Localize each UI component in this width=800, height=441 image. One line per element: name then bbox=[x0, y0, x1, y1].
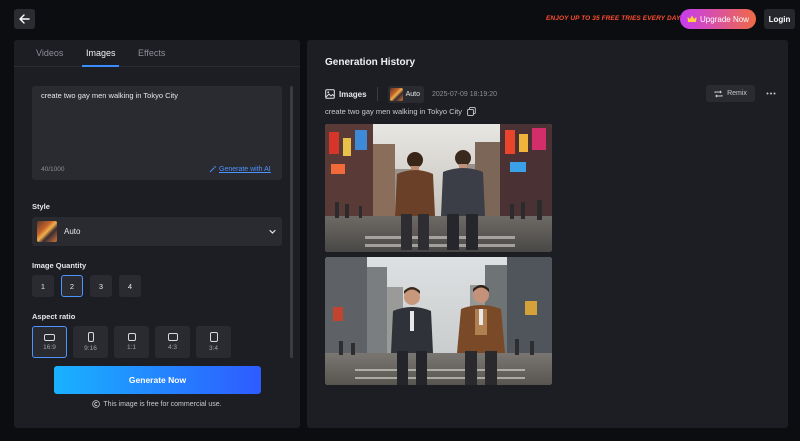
aspect-ratio-options: 16:9 9:16 1:1 4:3 3:4 bbox=[32, 326, 231, 358]
quantity-option-3[interactable]: 3 bbox=[90, 275, 112, 297]
ratio-option-16-9[interactable]: 16:9 bbox=[32, 326, 67, 358]
tab-videos[interactable]: Videos bbox=[36, 48, 63, 58]
quantity-option-2[interactable]: 2 bbox=[61, 275, 83, 297]
more-options-button[interactable] bbox=[765, 85, 777, 102]
remix-button[interactable]: Remix bbox=[706, 85, 755, 102]
generation-settings-panel: Videos Images Effects create two gay men… bbox=[14, 40, 300, 428]
ratio-option-1-1[interactable]: 1:1 bbox=[114, 326, 149, 358]
copy-icon[interactable] bbox=[467, 107, 476, 116]
quantity-option-1[interactable]: 1 bbox=[32, 275, 54, 297]
meta-divider bbox=[376, 87, 378, 101]
portrait-ratio-icon bbox=[87, 332, 94, 342]
image-quantity-label: Image Quantity bbox=[32, 261, 87, 270]
ratio-label: 1:1 bbox=[126, 344, 137, 351]
upgrade-button[interactable]: Upgrade Now bbox=[680, 9, 756, 29]
history-style-label: Auto bbox=[405, 90, 420, 98]
commercial-use-note: This image is free for commercial use. bbox=[14, 400, 300, 408]
history-type: Images bbox=[325, 89, 367, 99]
remix-label: Remix bbox=[727, 90, 747, 97]
generated-image-2[interactable] bbox=[325, 257, 552, 385]
history-type-label: Images bbox=[339, 89, 367, 99]
ratio-option-4-3[interactable]: 4:3 bbox=[155, 326, 190, 358]
history-prompt-text: create two gay men walking in Tokyo City bbox=[325, 107, 463, 116]
image-icon bbox=[325, 89, 335, 99]
quantity-options: 1 2 3 4 bbox=[32, 275, 141, 297]
copyright-icon bbox=[92, 400, 101, 408]
mode-tabs: Videos Images Effects bbox=[14, 40, 300, 67]
ratio-label: 16:9 bbox=[43, 343, 56, 351]
style-thumbnail bbox=[37, 221, 57, 242]
active-tab-indicator bbox=[82, 65, 119, 67]
history-prompt: create two gay men walking in Tokyo City bbox=[325, 107, 476, 116]
commercial-use-text: This image is free for commercial use. bbox=[103, 400, 222, 408]
prompt-value: create two gay men walking in Tokyo City bbox=[41, 91, 179, 100]
promo-text: ENJOY UP TO 35 FREE TRIES EVERY DAY! bbox=[546, 15, 683, 22]
ratio-label: 3:4 bbox=[208, 345, 219, 352]
generated-image-1[interactable] bbox=[325, 124, 552, 252]
ratio-option-3-4[interactable]: 3:4 bbox=[196, 326, 231, 358]
login-button[interactable]: Login bbox=[764, 9, 795, 29]
char-count: 40/1000 bbox=[41, 166, 65, 173]
generate-with-ai-label: Generate with AI bbox=[219, 165, 271, 173]
history-style-chip: Auto bbox=[387, 85, 424, 103]
crown-icon bbox=[687, 15, 697, 22]
tab-images[interactable]: Images bbox=[86, 48, 116, 58]
ratio-label: 9:16 bbox=[84, 345, 97, 352]
style-select[interactable]: Auto bbox=[32, 217, 282, 246]
settings-scrollbar[interactable] bbox=[290, 86, 293, 358]
style-thumbnail bbox=[389, 87, 403, 101]
history-title: Generation History bbox=[325, 57, 416, 68]
square-ratio-icon bbox=[127, 333, 136, 341]
portrait-ratio-icon bbox=[209, 332, 218, 342]
style-label: Style bbox=[32, 202, 50, 211]
generate-with-ai-link[interactable]: Generate with AI bbox=[209, 165, 271, 173]
generation-history-panel: Generation History Images Auto 2025-07-0… bbox=[307, 40, 788, 428]
landscape-ratio-icon bbox=[167, 333, 178, 341]
chevron-down-icon bbox=[269, 229, 276, 234]
back-button[interactable] bbox=[14, 9, 35, 29]
prompt-textarea[interactable]: create two gay men walking in Tokyo City… bbox=[32, 86, 282, 180]
magic-wand-icon bbox=[209, 165, 217, 173]
repeat-icon bbox=[714, 89, 723, 98]
ratio-option-9-16[interactable]: 9:16 bbox=[73, 326, 108, 358]
arrow-left-icon bbox=[19, 14, 30, 24]
aspect-ratio-label: Aspect ratio bbox=[32, 312, 76, 321]
tab-effects[interactable]: Effects bbox=[138, 48, 165, 58]
ratio-label: 4:3 bbox=[167, 344, 178, 351]
history-meta: Images Auto 2025-07-09 18:19:20 bbox=[325, 85, 497, 103]
history-timestamp: 2025-07-09 18:19:20 bbox=[431, 90, 497, 98]
upgrade-label: Upgrade Now bbox=[700, 14, 749, 24]
generate-now-button[interactable]: Generate Now bbox=[54, 366, 261, 394]
quantity-option-4[interactable]: 4 bbox=[119, 275, 141, 297]
more-horizontal-icon bbox=[766, 92, 776, 95]
landscape-ratio-icon bbox=[44, 333, 55, 341]
style-value: Auto bbox=[64, 227, 81, 236]
